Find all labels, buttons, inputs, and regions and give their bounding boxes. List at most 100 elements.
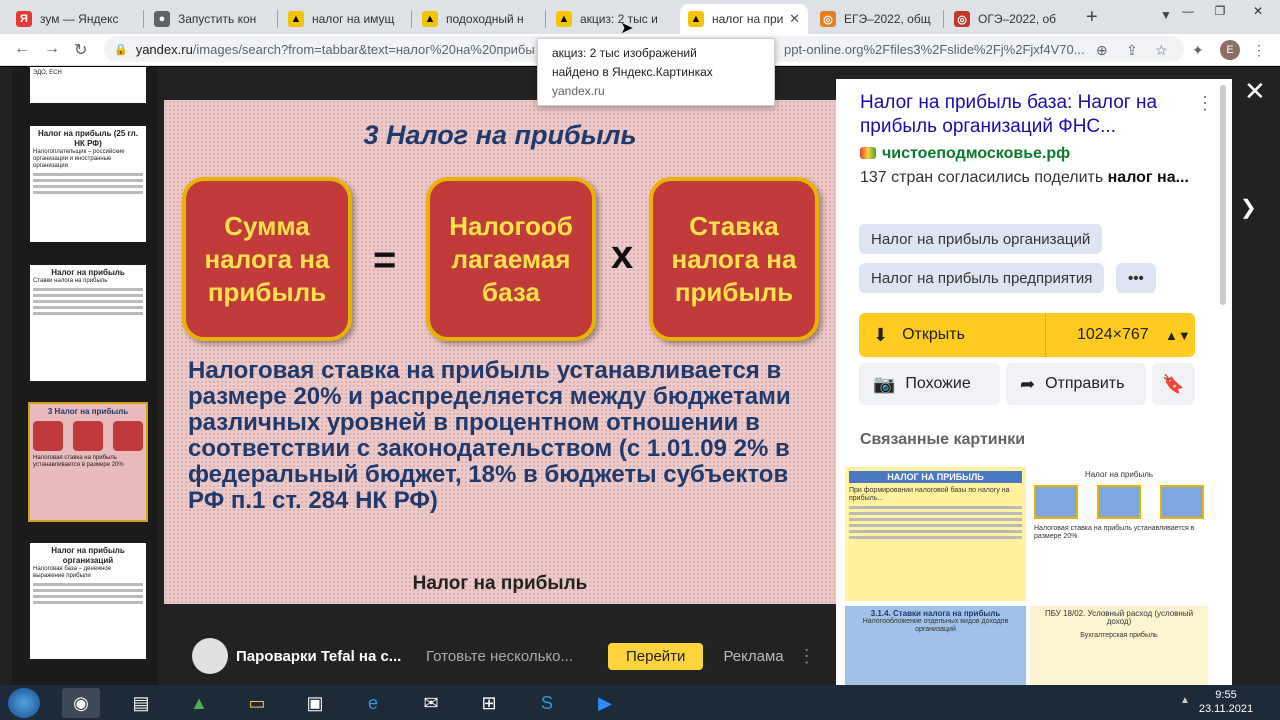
thumbnail-title: 3 Налог на прибыль xyxy=(47,407,129,416)
tab-launch[interactable]: ● Запустить кон xyxy=(146,4,276,34)
main-image[interactable]: 3 Налог на прибыль Сумма налога на прибы… xyxy=(164,100,836,604)
tab-label: налог на имущ xyxy=(312,12,395,26)
restore-icon[interactable]: ❐ xyxy=(1204,0,1236,22)
tooltip-title: акциз: 2 тыс изображений xyxy=(552,46,697,60)
taskbar-clock[interactable]: 9:55 23.11.2021 xyxy=(1196,688,1256,716)
tooltip-source: yandex.ru xyxy=(552,84,605,98)
description-text: 137 стран согласились поделить xyxy=(860,169,1108,186)
close-viewer-icon[interactable]: ✕ xyxy=(1244,76,1266,107)
related-image-title: НАЛОГ НА ПРИБЫЛЬ xyxy=(849,471,1022,483)
skype-taskbar-icon[interactable]: S xyxy=(528,688,566,718)
tab-search-icon[interactable]: ▼ xyxy=(1160,8,1172,22)
tab-label: ОГЭ–2022, об xyxy=(978,12,1057,26)
more-tags-button[interactable]: ••• xyxy=(1116,263,1156,293)
share-button[interactable]: ➦ Отправить xyxy=(1006,363,1146,405)
tab-zoom-yandex[interactable]: Я зум — Яндекс xyxy=(8,4,142,34)
ad-more-icon[interactable]: ⋮ xyxy=(798,646,816,667)
explorer-taskbar-icon[interactable]: ▭ xyxy=(238,688,276,718)
tag-chip[interactable]: Налог на прибыль организаций xyxy=(859,224,1103,254)
mail-taskbar-icon[interactable]: ✉ xyxy=(412,688,450,718)
zoom-taskbar-icon[interactable]: ▶ xyxy=(586,688,624,718)
next-image-icon[interactable]: ❯ xyxy=(1240,195,1257,220)
tab-bar: Я зум — Яндекс ● Запустить кон ▲ налог н… xyxy=(0,0,1280,34)
chrome-taskbar-icon[interactable]: ◉ xyxy=(62,688,100,718)
thumbnail-item[interactable]: ЭДО, ЕСН xyxy=(30,67,146,103)
reload-icon[interactable]: ↻ xyxy=(74,40,87,60)
tag-chip[interactable]: Налог на прибыль предприятия xyxy=(859,263,1105,293)
related-image[interactable]: ПБУ 18/02. Условный расход (условный дох… xyxy=(1030,606,1208,685)
close-tab-icon[interactable]: ✕ xyxy=(789,11,800,27)
related-image[interactable]: Налог на прибыль Налоговая ставка на при… xyxy=(1030,467,1208,601)
start-button[interactable] xyxy=(8,688,40,718)
tab-oge[interactable]: ◎ ОГЭ–2022, об xyxy=(946,4,1076,34)
images-favicon-icon: ▲ xyxy=(688,11,704,27)
new-tab-icon[interactable]: + xyxy=(1086,6,1098,29)
tab-separator xyxy=(277,10,278,28)
url-host: yandex.ru xyxy=(135,41,193,57)
extensions-icon[interactable]: ✦ xyxy=(1192,42,1204,59)
related-image[interactable]: 3.1.4. Ставки налога на прибыль Налогооб… xyxy=(845,606,1026,685)
tab-separator xyxy=(545,10,546,28)
tab-profit-tax-active[interactable]: ▲ налог на приб ✕ xyxy=(680,4,808,34)
tab-ege[interactable]: ◎ ЕГЭ–2022, общ xyxy=(812,4,942,34)
images-favicon-icon: ▲ xyxy=(288,11,304,27)
tab-property-tax[interactable]: ▲ налог на имущ xyxy=(280,4,410,34)
related-images-heading: Связанные картинки xyxy=(860,431,1026,448)
network-taskbar-icon[interactable]: ⊞ xyxy=(470,688,508,718)
clock-date: 23.11.2021 xyxy=(1198,703,1254,715)
ad-description[interactable]: Готовьте несколько... xyxy=(426,648,592,665)
camera-icon: 📷 xyxy=(873,373,896,394)
forward-icon[interactable]: → xyxy=(44,40,60,58)
site-favicon-icon xyxy=(860,147,876,159)
related-image[interactable]: НАЛОГ НА ПРИБЫЛЬ При формировании налого… xyxy=(845,467,1026,601)
notepad-taskbar-icon[interactable]: ▤ xyxy=(122,688,160,718)
ege-favicon-icon: ◎ xyxy=(820,11,836,27)
windows-taskbar: ◉ ▤ ▲ ▭ ▣ e ✉ ⊞ S ▶ ▲ 9:55 23.11.2021 xyxy=(0,685,1280,720)
thumbnail-item[interactable]: Налог на прибыль (25 гл. НК РФ) Налогопл… xyxy=(30,126,146,242)
size-chevron-icon[interactable]: ▲▼ xyxy=(1165,328,1191,343)
open-button[interactable]: ⬇ Открыть 1024×767 ▲▼ xyxy=(859,313,1195,357)
image-info-panel: Налог на прибыль база: Налог на прибыль … xyxy=(836,79,1232,685)
slide-caption: Налог на прибыль xyxy=(412,573,588,594)
bookmark-star-icon[interactable]: ☆ xyxy=(1155,42,1168,59)
share-icon[interactable]: ⇪ xyxy=(1126,42,1138,59)
thumbnail-title: Налог на прибыль организаций xyxy=(51,546,125,565)
image-source-title[interactable]: Налог на прибыль база: Налог на прибыль … xyxy=(860,91,1190,139)
ad-title[interactable]: Пароварки Tefal на с... xyxy=(236,648,414,665)
similar-button[interactable]: 📷 Похожие xyxy=(859,363,1000,405)
slide-title: 3 Налог на прибыль xyxy=(363,120,637,150)
thumbnail-title: Налог на прибыль (25 гл. НК РФ) xyxy=(37,129,138,148)
thumbnail-item[interactable]: Налог на прибыль организаций Налоговая б… xyxy=(30,543,146,659)
mouse-cursor-icon: ➤ xyxy=(620,20,634,37)
green-app-taskbar-icon[interactable]: ▲ xyxy=(180,688,218,718)
images-favicon-icon: ▲ xyxy=(556,11,572,27)
image-size-select[interactable]: 1024×767 xyxy=(1077,326,1149,344)
computer-taskbar-icon[interactable]: ▣ xyxy=(296,688,334,718)
window-controls: — ❐ ✕ xyxy=(1172,0,1280,22)
panel-scrollbar[interactable] xyxy=(1220,85,1226,305)
thumbnail-item[interactable]: Налог на прибыль Ставки налога на прибыл… xyxy=(30,265,146,381)
bookmark-icon: 🔖 xyxy=(1162,373,1185,394)
thumbnail-strip: ЭДО, ЕСН Налог на прибыль (25 гл. НК РФ)… xyxy=(12,67,158,685)
menu-icon[interactable]: ⋮ xyxy=(1252,42,1266,59)
description-bold: налог на... xyxy=(1107,169,1189,186)
tray-arrow-icon[interactable]: ▲ xyxy=(1180,695,1190,706)
ad-go-button[interactable]: Перейти xyxy=(608,642,704,670)
avatar[interactable]: E xyxy=(1220,40,1240,60)
back-icon[interactable]: ← xyxy=(14,40,30,58)
source-site-link[interactable]: чистоеподмосковье.рф xyxy=(860,145,1070,163)
zoom-icon[interactable]: ⊕ xyxy=(1096,42,1108,59)
tab-income-tax[interactable]: ▲ подоходный н xyxy=(414,4,544,34)
tab-excise[interactable]: ▲ акциз: 2 тыс и xyxy=(548,4,678,34)
window-close-icon[interactable]: ✕ xyxy=(1236,0,1280,22)
slide-box-tax-amount: Сумма налога на прибыль xyxy=(182,177,352,341)
source-description: 137 стран согласились поделить налог на.… xyxy=(860,169,1200,187)
bookmark-button[interactable]: 🔖 xyxy=(1152,363,1195,405)
minimize-icon[interactable]: — xyxy=(1172,0,1204,22)
thumbnail-item-selected[interactable]: 3 Налог на прибыль Налоговая ставка на п… xyxy=(28,402,148,522)
url-tail: ppt-online.org%2Ffiles3%2Fslide%2Fj%2Fjx… xyxy=(784,42,1085,57)
panel-more-icon[interactable]: ⋮ xyxy=(1196,93,1214,114)
related-image-title: ПБУ 18/02. Условный расход (условный дох… xyxy=(1044,609,1194,626)
related-image-title: Налог на прибыль xyxy=(1084,470,1154,479)
ie-taskbar-icon[interactable]: e xyxy=(354,688,392,718)
